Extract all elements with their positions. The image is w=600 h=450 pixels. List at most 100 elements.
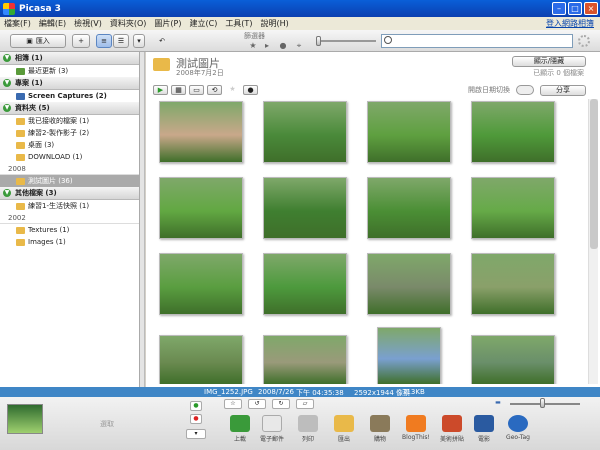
loading-icon [578, 35, 590, 47]
menu-file[interactable]: 檔案(F) [4, 18, 31, 29]
move-folder-button[interactable]: ▱ [296, 399, 314, 409]
photo-thumbnail[interactable] [159, 177, 243, 239]
clear-button[interactable]: ● [190, 414, 202, 424]
photo-thumbnail[interactable] [471, 101, 555, 163]
list-view-button[interactable]: ≡ [96, 34, 112, 48]
menu-create[interactable]: 建立(C) [189, 18, 217, 29]
minimize-button[interactable]: – [552, 2, 566, 15]
video-filter-icon[interactable]: ▸ [262, 41, 272, 51]
share-button[interactable]: 分享 [540, 85, 586, 96]
email-button[interactable]: 電子郵件 [258, 415, 286, 443]
menu-edit[interactable]: 編輯(E) [39, 18, 66, 29]
photo-thumbnail[interactable] [471, 177, 555, 239]
window-controls: – □ × [552, 2, 598, 15]
movie-action-button[interactable]: 電影 [470, 415, 498, 443]
capture-icon [16, 92, 25, 100]
sidebar-item-screen-captures[interactable]: Screen Captures (2) [0, 90, 139, 102]
rotate-right-button[interactable]: ↻ [272, 399, 290, 409]
folder-icon [16, 226, 25, 234]
shop-button[interactable]: 購物 [366, 415, 394, 443]
menu-view[interactable]: 檢視(V) [74, 18, 102, 29]
zoom-handle[interactable] [540, 398, 545, 408]
photo-thumbnail[interactable] [263, 253, 347, 315]
section-projects[interactable]: ▼ 專案 (1) [0, 77, 139, 90]
rotate-left-button[interactable]: ↺ [248, 399, 266, 409]
collapse-icon[interactable]: ▼ [3, 104, 11, 112]
sidebar-item-practice1[interactable]: 練習1-生活快照 (1) [0, 200, 139, 212]
collapse-icon[interactable]: ▼ [3, 54, 11, 62]
photo-thumbnail[interactable] [159, 335, 243, 384]
hold-button[interactable]: ● [190, 401, 202, 411]
collapse-icon[interactable]: ▼ [3, 79, 11, 87]
export-button[interactable]: 匯出 [330, 415, 358, 443]
view-dropdown[interactable]: ▾ [133, 34, 145, 48]
slideshow-button[interactable]: ▶ [153, 85, 168, 95]
section-folders[interactable]: ▼ 資料夾 (5) [0, 102, 139, 115]
sidebar-item-desktop[interactable]: 桌面 (3) [0, 139, 139, 151]
edit-description-button[interactable]: 顯示/隱藏 [512, 56, 586, 67]
status-date: 2008/7/26 [258, 388, 294, 396]
photo-thumbnail[interactable] [471, 335, 555, 384]
sidebar-item-practice2[interactable]: 練習2-製作影子 (2) [0, 127, 139, 139]
zoom-slider[interactable] [510, 403, 580, 405]
upload-icon [230, 415, 250, 432]
people-filter-icon[interactable]: ● [278, 41, 288, 51]
sidebar-item-textures[interactable]: Textures (1) [0, 224, 139, 236]
close-button[interactable]: × [584, 2, 598, 15]
photo-thumbnail[interactable] [471, 253, 555, 315]
geotag-filter-icon[interactable]: ⌖ [294, 41, 304, 51]
panel-splitter[interactable] [140, 52, 145, 387]
album-folder-icon [153, 58, 170, 71]
menu-folder[interactable]: 資料夾(O) [110, 18, 147, 29]
print-button[interactable]: 列印 [294, 415, 322, 443]
maximize-button[interactable]: □ [568, 2, 582, 15]
movie-button[interactable]: ▭ [189, 85, 204, 95]
sidebar-item-images[interactable]: Images (1) [0, 236, 139, 248]
sidebar-item-recent[interactable]: 最近更新 (3) [0, 65, 139, 77]
photo-thumbnail[interactable] [367, 253, 451, 315]
sidebar-item-received[interactable]: 我已接收的檔案 (1) [0, 115, 139, 127]
section-albums[interactable]: ▼ 相簿 (1) [0, 52, 139, 65]
add-folder-button[interactable]: + [72, 34, 90, 48]
section-other-files[interactable]: ▼ 其他檔案 (3) [0, 187, 139, 200]
date-filter-slider[interactable] [316, 40, 376, 42]
sign-in-link[interactable]: 登入網路相簿 [546, 18, 594, 29]
collapse-icon[interactable]: ▼ [3, 189, 11, 197]
blogthis-button[interactable]: BlogThis! [402, 415, 430, 441]
photo-thumbnail[interactable] [263, 101, 347, 163]
tray-menu-button[interactable]: ▾ [186, 429, 206, 439]
photo-thumbnail[interactable] [159, 253, 243, 315]
chevron-down-icon: ▾ [137, 37, 141, 45]
photo-thumbnail[interactable] [377, 327, 441, 384]
star-button[interactable]: ☆ [224, 399, 242, 409]
collage-button[interactable]: ▦ [171, 85, 186, 95]
filter-label: 篩選器 [244, 32, 265, 40]
scrollbar-thumb[interactable] [590, 99, 598, 249]
photo-thumbnail[interactable] [263, 177, 347, 239]
upload-button[interactable]: 上載 [226, 415, 254, 443]
add-icon: + [78, 37, 84, 45]
date-toggle-switch[interactable] [516, 85, 534, 95]
slider-handle[interactable] [316, 36, 321, 46]
geotag-button[interactable]: Geo-Tag [504, 415, 532, 441]
photo-thumbnail[interactable] [263, 335, 347, 384]
menu-tools[interactable]: 工具(T) [225, 18, 252, 29]
back-button[interactable]: ↶ [153, 34, 171, 48]
photo-thumbnail[interactable] [367, 101, 451, 163]
sidebar-item-test-pictures[interactable]: 測試圖片 (36) [0, 175, 139, 187]
sync-button[interactable]: ⟲ [207, 85, 222, 95]
star-filter-icon[interactable]: ★ [248, 41, 258, 51]
people-button[interactable]: ● [243, 85, 258, 95]
photo-thumbnail[interactable] [367, 177, 451, 239]
menu-help[interactable]: 說明(H) [260, 18, 288, 29]
tray-thumbnail[interactable] [7, 404, 43, 434]
menu-picture[interactable]: 圖片(P) [154, 18, 181, 29]
import-button[interactable]: ▣ 匯入 [10, 34, 66, 48]
search-input[interactable] [381, 34, 573, 48]
vertical-scrollbar[interactable] [588, 99, 598, 384]
sidebar-item-download[interactable]: DOWNLOAD (1) [0, 151, 139, 163]
tree-view-button[interactable]: ☰ [113, 34, 129, 48]
collage-action-button[interactable]: 美術拼貼 [438, 415, 466, 443]
photo-thumbnail[interactable] [159, 101, 243, 163]
list-view-icon: ≡ [101, 37, 107, 45]
